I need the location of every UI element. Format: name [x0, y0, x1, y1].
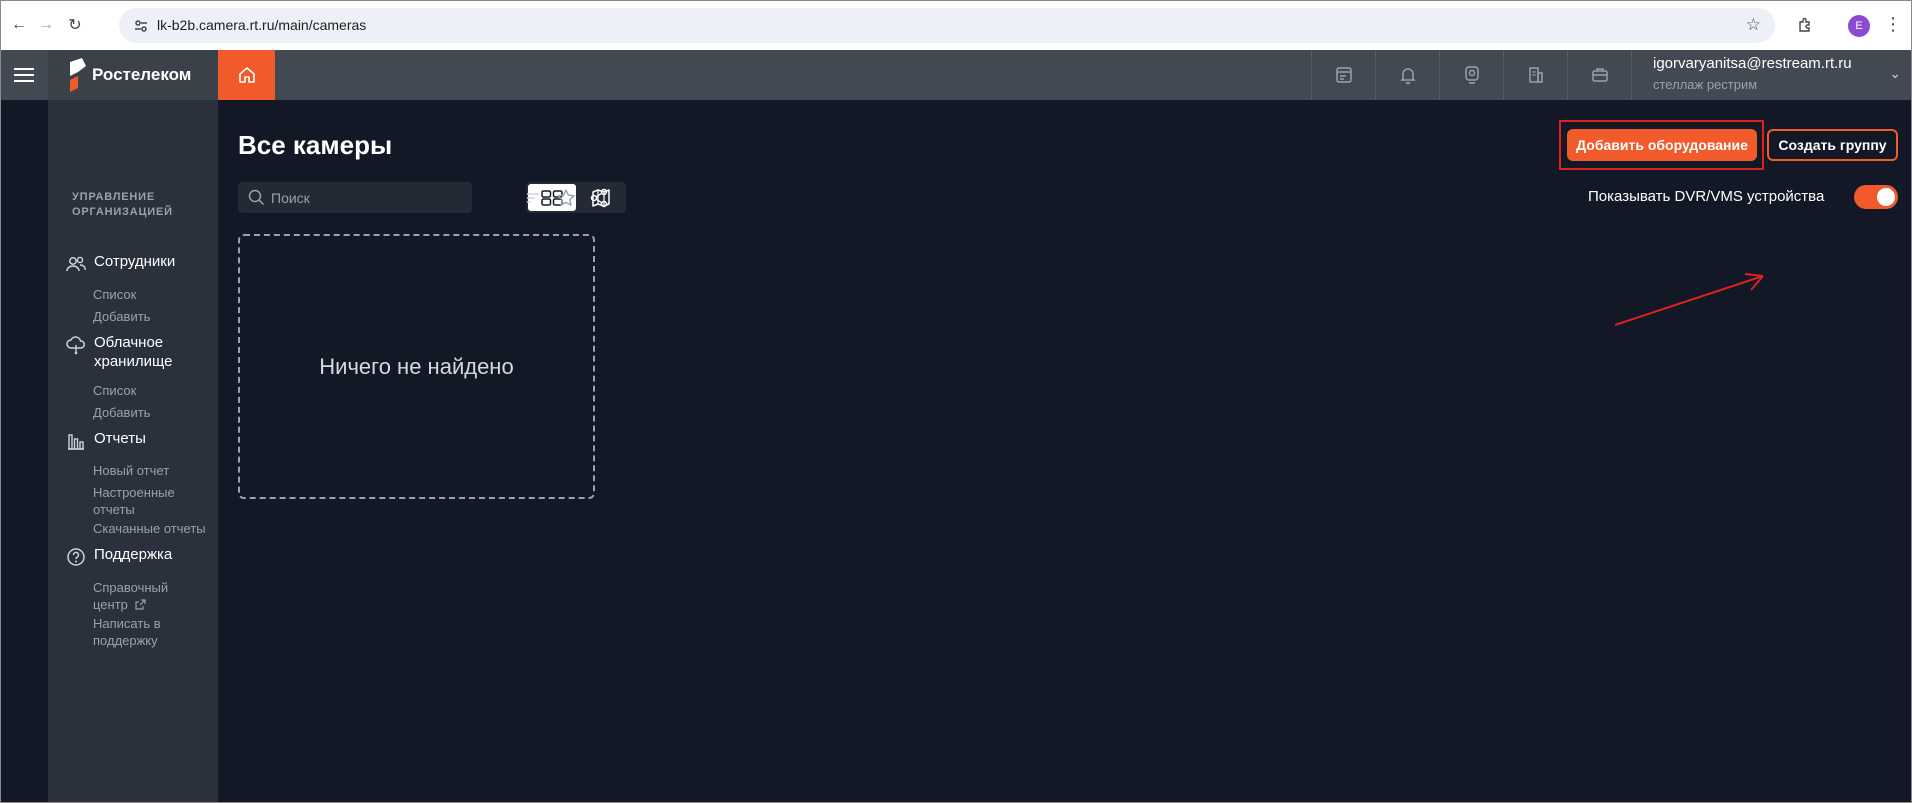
annotation-highlight-box: [1559, 120, 1764, 170]
reload-icon[interactable]: ↻: [63, 13, 87, 37]
left-strip: [1, 100, 48, 802]
header-journal-button[interactable]: [1311, 50, 1375, 100]
sidebar-link-configured-reports[interactable]: Настроенные отчеты: [93, 484, 175, 518]
sidebar-link-write-support[interactable]: Написать в поддержку: [93, 615, 173, 649]
dvr-toggle-switch[interactable]: [1854, 185, 1898, 209]
search-input[interactable]: [271, 182, 466, 213]
sidebar-item-cloud-storage[interactable]: Облачное хранилище: [64, 333, 204, 371]
help-center-label: Справочный центр: [93, 580, 169, 612]
sidebar-link-employees-list[interactable]: Список: [93, 286, 213, 303]
journal-icon: [1335, 67, 1352, 83]
sidebar-item-employees[interactable]: Сотрудники: [64, 252, 204, 276]
briefcase-icon: [1591, 68, 1608, 82]
bookmark-star-icon[interactable]: ☆: [1746, 15, 1761, 35]
annotation-arrow: [1614, 273, 1764, 326]
sidebar-link-downloaded-reports[interactable]: Скачанные отчеты: [93, 520, 213, 537]
star-icon: [557, 189, 575, 206]
header-cameras-button[interactable]: [1439, 50, 1503, 100]
user-email: igorvaryanitsa@restream.rt.ru: [1653, 55, 1852, 72]
toggle-knob: [1877, 188, 1895, 206]
browser-menu-icon[interactable]: ⋮: [1884, 14, 1902, 35]
sidebar-item-support[interactable]: Поддержка: [64, 545, 204, 569]
user-menu[interactable]: igorvaryanitsa@restream.rt.ru стеллаж ре…: [1631, 50, 1911, 100]
page-title: Все камеры: [238, 130, 393, 160]
sidebar-link-new-report[interactable]: Новый отчет: [93, 462, 213, 479]
back-icon[interactable]: ←: [7, 13, 31, 37]
home-button[interactable]: [218, 50, 275, 100]
header-services-button[interactable]: [1567, 50, 1631, 100]
building-icon: [1528, 67, 1543, 83]
sidebar: УПРАВЛЕНИЕ ОРГАНИЗАЦИЕЙ Сотрудники Списо…: [48, 100, 218, 802]
share-icon: [590, 188, 608, 208]
address-bar[interactable]: lk-b2b.camera.rt.ru/main/cameras ☆: [119, 8, 1775, 43]
users-icon: [64, 252, 88, 276]
reports-icon: [64, 429, 88, 453]
sort-button[interactable]: [520, 185, 546, 211]
chevron-down-icon: ⌄: [1889, 65, 1901, 81]
search-box[interactable]: [238, 182, 472, 213]
home-icon: [238, 67, 255, 83]
sidebar-item-label: Отчеты: [94, 430, 146, 447]
site-info-icon[interactable]: [131, 16, 151, 36]
sidebar-link-storage-list[interactable]: Список: [93, 382, 213, 399]
main-content: Все камеры Ничего не найдено Добавить об…: [218, 100, 1911, 802]
sidebar-title: УПРАВЛЕНИЕ ОРГАНИЗАЦИЕЙ: [72, 191, 173, 218]
header-objects-button[interactable]: [1503, 50, 1567, 100]
header-notifications-button[interactable]: [1375, 50, 1439, 100]
sidebar-item-label: Облачное хранилище: [94, 334, 173, 370]
app-header: Ростелеком igorvaryanitsa@restream.rt.ru…: [1, 50, 1911, 100]
logo-text: Ростелеком: [92, 65, 192, 84]
favorites-button[interactable]: [553, 185, 579, 211]
camera-icon: [1464, 66, 1479, 84]
profile-avatar[interactable]: E: [1848, 15, 1870, 37]
empty-state-card: Ничего не найдено: [238, 234, 595, 499]
forward-icon[interactable]: →: [34, 13, 58, 37]
share-button[interactable]: [586, 185, 612, 211]
cloud-storage-icon: [64, 333, 88, 357]
sidebar-item-reports[interactable]: Отчеты: [64, 429, 204, 453]
help-icon: [64, 545, 88, 569]
rostelecom-logo-icon: [70, 58, 86, 92]
external-link-icon: [134, 599, 146, 610]
url-text: lk-b2b.camera.rt.ru/main/cameras: [157, 17, 367, 33]
create-group-button[interactable]: Создать группу: [1767, 129, 1898, 161]
hamburger-menu-icon[interactable]: [1, 50, 47, 100]
extensions-icon[interactable]: [1793, 13, 1817, 37]
sidebar-item-label: Поддержка: [94, 546, 173, 563]
empty-state-text: Ничего не найдено: [319, 353, 514, 379]
dvr-toggle-label: Показывать DVR/VMS устройства: [1588, 188, 1825, 205]
logo[interactable]: Ростелеком: [48, 50, 218, 100]
sidebar-link-help-center[interactable]: Справочный центр: [93, 579, 173, 613]
user-organization: стеллаж рестрим: [1653, 77, 1758, 92]
sidebar-link-storage-add[interactable]: Добавить: [93, 404, 213, 421]
bell-icon: [1399, 68, 1416, 85]
screen: ← → ↻ lk-b2b.camera.rt.ru/main/cameras ☆…: [0, 0, 1912, 803]
browser-toolbar: ← → ↻ lk-b2b.camera.rt.ru/main/cameras ☆…: [1, 1, 1911, 50]
sidebar-link-employees-add[interactable]: Добавить: [93, 308, 213, 325]
sidebar-item-label: Сотрудники: [94, 253, 176, 270]
search-icon: [248, 189, 265, 206]
sort-icon: [527, 193, 539, 203]
